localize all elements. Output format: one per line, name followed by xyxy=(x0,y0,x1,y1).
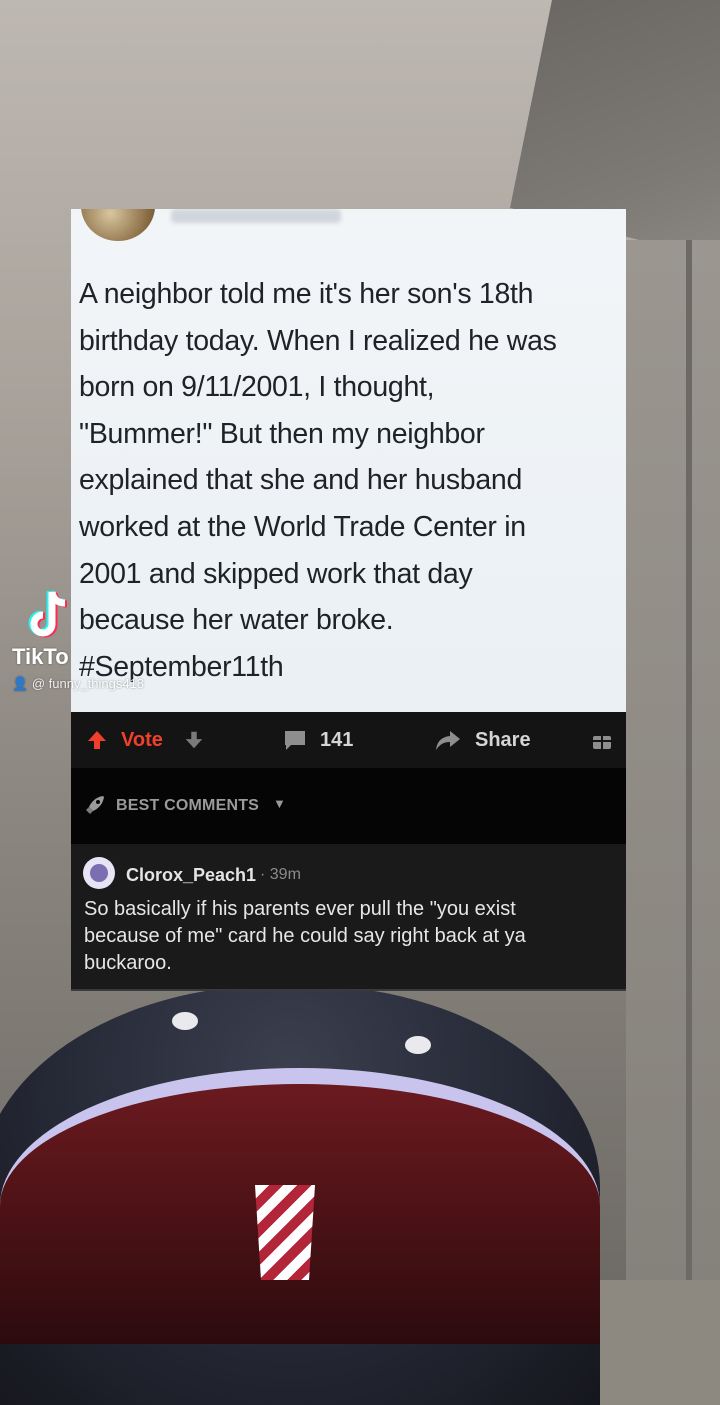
chevron-down-icon: ▼ xyxy=(273,796,286,811)
best-comments-sort[interactable]: BEST COMMENTS ▼ xyxy=(71,768,626,844)
comment-timestamp: · 39m xyxy=(260,866,301,883)
cap-button-left xyxy=(172,1012,198,1030)
cap-flag-patch xyxy=(255,1185,315,1280)
post-line: birthday today. When I realized he was xyxy=(79,324,557,357)
comment-item: Clorox_Peach1 · 39m So basically if his … xyxy=(71,844,626,991)
person-icon: 👤 xyxy=(12,676,29,691)
downvote-arrow-icon[interactable] xyxy=(183,712,205,768)
commenter-avatar[interactable] xyxy=(83,857,115,889)
post-card: A neighbor told me it's her son's 18th b… xyxy=(71,209,626,712)
share-arrow-icon[interactable] xyxy=(435,712,461,768)
rocket-icon xyxy=(83,793,107,823)
post-line: born on 9/11/2001, I thought, xyxy=(79,371,435,404)
comment-line: because of me" card he could say right b… xyxy=(84,925,526,947)
tiktok-logo-icon xyxy=(28,590,72,640)
tiktok-username-watermark: 👤 @ funny_things418 xyxy=(12,676,144,692)
background-right-wall xyxy=(626,240,720,1280)
comment-line: buckaroo. xyxy=(84,952,172,974)
post-line: because her water broke. xyxy=(79,604,394,637)
upvote-arrow-icon[interactable] xyxy=(85,712,109,768)
post-line: worked at the World Trade Center in xyxy=(79,510,526,543)
cap-button-right xyxy=(405,1036,431,1054)
comment-body: So basically if his parents ever pull th… xyxy=(84,896,614,977)
post-line: explained that she and her husband xyxy=(79,464,522,497)
commenter-username[interactable]: Clorox_Peach1 xyxy=(126,865,256,886)
comment-bubble-icon[interactable] xyxy=(283,712,307,768)
post-line: A neighbor told me it's her son's 18th xyxy=(79,278,534,310)
comment-count[interactable]: 141 xyxy=(320,712,353,768)
award-icon[interactable] xyxy=(591,712,613,768)
share-button[interactable]: Share xyxy=(475,712,531,768)
poster-avatar xyxy=(81,209,155,241)
best-comments-label: BEST COMMENTS xyxy=(116,797,260,814)
tiktok-username: @ funny_things418 xyxy=(31,676,145,691)
post-line: 2001 and skipped work that day xyxy=(79,557,473,590)
post-line: "Bummer!" But then my neighbor xyxy=(79,417,485,450)
post-hashtag[interactable]: #September11th xyxy=(79,644,619,691)
vote-label[interactable]: Vote xyxy=(121,712,163,768)
comment-line: So basically if his parents ever pull th… xyxy=(84,898,516,920)
post-text: A neighbor told me it's her son's 18th b… xyxy=(79,271,619,690)
background-door-edge xyxy=(686,240,692,1280)
poster-handle-blurred xyxy=(171,209,341,223)
action-bar: Vote 141 Share xyxy=(71,712,626,768)
tiktok-brand-label: TikTo xyxy=(12,644,69,669)
